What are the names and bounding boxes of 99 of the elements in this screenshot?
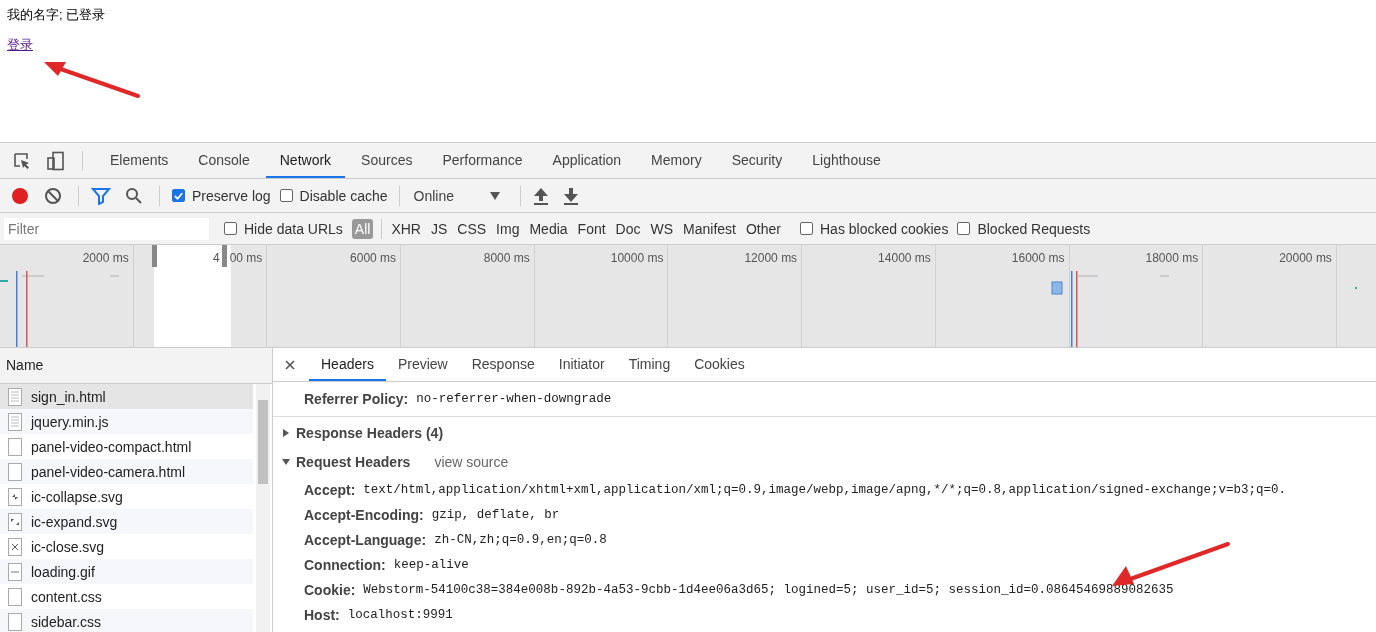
type-filter[interactable]: Font <box>574 218 609 239</box>
checkbox[interactable] <box>279 189 293 202</box>
type-filter[interactable]: WS <box>647 218 677 239</box>
request-row[interactable]: sign_in.html <box>0 384 253 409</box>
time-tick: 12000 ms <box>744 251 798 265</box>
checkbox[interactable] <box>172 189 185 202</box>
type-filter[interactable]: XHR <box>388 218 424 239</box>
inspect-icon[interactable] <box>12 150 32 171</box>
time-tick: 6000 ms <box>350 251 397 265</box>
download-icon[interactable] <box>562 186 579 205</box>
caret-icon[interactable] <box>489 191 500 200</box>
upload-icon[interactable] <box>532 186 549 205</box>
throttling-dropdown[interactable]: Online <box>411 187 490 204</box>
range-handle[interactable] <box>152 245 157 267</box>
time-tick: 8000 ms <box>483 251 530 265</box>
scrollbar[interactable] <box>256 384 270 632</box>
expanded-triangle-icon[interactable] <box>282 457 290 466</box>
header-value: text/html,application/xhtml+xml,application/xml;q=0.9,image/webp,image/apng,*/*;q=0.8,application/signed-exchange;v=b3;q=0. <box>363 482 1286 497</box>
status-text: 我的名字; 已登录 <box>7 7 107 23</box>
type-filter[interactable]: Manifest <box>680 218 739 239</box>
device-icon[interactable] <box>46 150 66 171</box>
panel-tab[interactable]: Security <box>717 143 797 178</box>
filter-field[interactable]: Filter <box>4 217 209 240</box>
time-tick: 2000 ms <box>82 251 129 265</box>
detail-tab[interactable]: Preview <box>385 348 460 381</box>
type-filter[interactable]: CSS <box>454 218 490 239</box>
filter-icon[interactable] <box>91 186 111 205</box>
request-row[interactable]: loading.gif <box>0 559 253 584</box>
type-filter[interactable]: Img <box>493 218 523 239</box>
time-tick: 20000 ms <box>1279 251 1332 265</box>
time-tick: 10000 ms <box>610 251 664 265</box>
view-source-link[interactable]: view source <box>434 453 509 470</box>
type-filter[interactable]: Media <box>526 218 571 239</box>
login-link[interactable]: 登录 <box>7 37 33 53</box>
search-icon[interactable] <box>125 186 143 205</box>
checkbox[interactable] <box>800 222 813 235</box>
checkbox-label: Blocked Requests <box>977 220 1091 237</box>
checkbox-label: Disable cache <box>299 187 388 204</box>
header-name: Referrer Policy: <box>304 391 409 407</box>
panel-tab[interactable]: Memory <box>637 143 716 178</box>
section-header[interactable]: Response Headers (4) <box>273 417 1376 448</box>
file-icon <box>8 462 22 481</box>
header-value: keep-alive <box>393 557 469 572</box>
header-value: Webstorm-54100c38=384e008b-892b-4a53-9cbb-1d4ee06a3d65; logined=5; user_id=5; session_id=0.08645469889082635 <box>363 582 1174 597</box>
range-handle[interactable] <box>221 245 227 267</box>
header-name: Host: <box>304 606 340 623</box>
header-name: Accept-Language: <box>304 531 427 548</box>
detail-tab[interactable]: Initiator <box>546 348 617 381</box>
header-name: Cookie: <box>304 581 356 598</box>
time-tick: 14000 ms <box>878 251 931 265</box>
panel-tab[interactable]: Performance <box>428 143 537 178</box>
header-value: zh-CN,zh;q=0.9,en;q=0.8 <box>434 532 607 547</box>
detail-tab[interactable]: Cookies <box>682 348 757 381</box>
section-header[interactable]: Request Headers <box>273 446 411 477</box>
type-filter[interactable]: JS <box>427 218 451 239</box>
panel-tab[interactable]: Application <box>538 143 636 178</box>
file-icon <box>8 612 22 631</box>
header-value: gzip, deflate, br <box>431 507 560 522</box>
type-filter[interactable]: Doc <box>612 218 644 239</box>
selection-window[interactable] <box>154 245 231 347</box>
panel-tab[interactable]: Sources <box>347 143 427 178</box>
close-icon[interactable] <box>285 359 295 370</box>
file-icon <box>8 587 22 606</box>
column-header[interactable]: Name <box>0 348 272 384</box>
file-icon <box>8 487 22 506</box>
file-icon <box>8 537 22 556</box>
header-name: Connection: <box>304 556 386 573</box>
request-row[interactable]: sidebar.css <box>0 609 253 632</box>
panel-tab[interactable]: Lighthouse <box>798 143 895 178</box>
checkbox-label: Preserve log <box>192 187 271 204</box>
detail-tab[interactable]: Timing <box>616 348 683 381</box>
detail-tab[interactable]: Response <box>459 348 547 381</box>
time-tick: 18000 ms <box>1145 251 1199 265</box>
file-icon <box>8 387 22 406</box>
collapsed-triangle-icon[interactable] <box>282 428 290 437</box>
header-name: Accept: <box>304 481 356 498</box>
checkbox[interactable] <box>224 222 237 235</box>
file-icon <box>8 512 22 531</box>
type-filter[interactable]: Other <box>743 218 784 239</box>
panel-tab[interactable]: Console <box>184 143 264 178</box>
time-tick: 16000 ms <box>1011 251 1065 265</box>
file-icon <box>8 562 22 581</box>
file-icon <box>8 412 22 431</box>
request-row[interactable]: jquery.min.js <box>0 409 253 434</box>
panel-tab[interactable]: Elements <box>96 143 183 178</box>
header-value: no-referrer-when-downgrade <box>416 392 612 406</box>
checkbox-label: Has blocked cookies <box>820 220 949 237</box>
request-row[interactable]: panel-video-camera.html <box>0 459 253 484</box>
checkbox-label: Hide data URLs <box>244 220 343 237</box>
header-value: localhost:9991 <box>347 607 453 622</box>
clear-icon[interactable] <box>44 186 62 205</box>
detail-tab[interactable]: Headers <box>309 348 386 381</box>
request-row[interactable]: ic-expand.svg <box>0 509 253 534</box>
time-tick: 00 ms <box>229 251 263 265</box>
checkbox[interactable] <box>957 222 971 235</box>
file-icon <box>8 437 22 456</box>
header-name: Accept-Encoding: <box>304 506 424 523</box>
time-tick: 4 <box>213 251 220 265</box>
record-icon[interactable] <box>10 185 30 206</box>
